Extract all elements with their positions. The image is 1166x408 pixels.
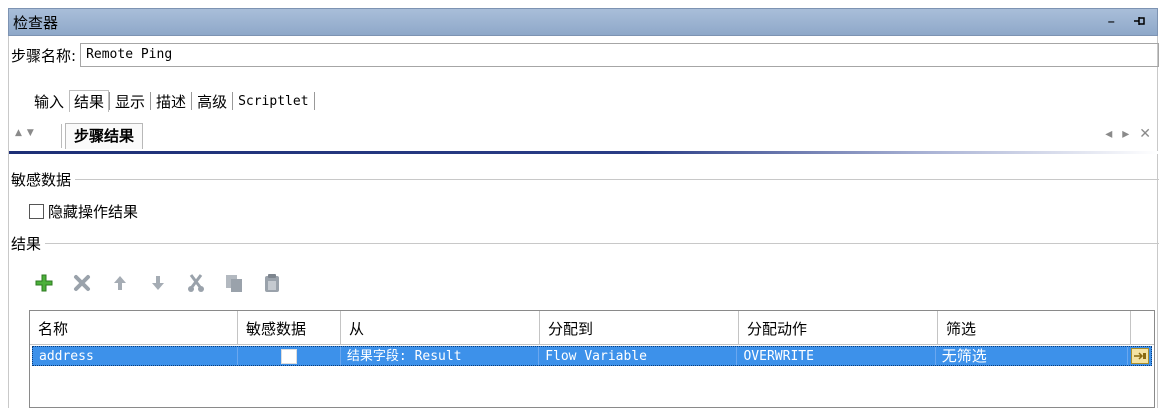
tab-scriptlet[interactable]: Scriptlet xyxy=(233,94,313,109)
table-header: 名称 敏感数据 从 分配到 分配动作 筛选 xyxy=(30,311,1154,345)
column-header-from[interactable]: 从 xyxy=(341,311,540,344)
tab-advanced[interactable]: 高级 xyxy=(192,91,232,112)
column-header-filter[interactable]: 筛选 xyxy=(938,311,1131,344)
cut-icon[interactable] xyxy=(185,272,207,294)
section-divider xyxy=(75,179,1159,180)
table-row[interactable]: address 结果字段: Result Flow Variable OVERW… xyxy=(32,346,1152,366)
column-header-sensitive[interactable]: 敏感数据 xyxy=(238,311,341,344)
inspector-titlebar: 检查器 – xyxy=(8,8,1158,36)
results-section-header: 结果 xyxy=(9,233,1159,254)
tab-input[interactable]: 输入 xyxy=(29,91,69,112)
paste-icon[interactable] xyxy=(261,272,283,294)
section-divider xyxy=(45,243,1159,244)
tab-step-results[interactable]: 步骤结果 xyxy=(65,123,144,149)
nav-right-icon[interactable]: ▸ xyxy=(1122,126,1129,142)
hide-results-row: 隐藏操作结果 xyxy=(29,201,138,222)
sensitive-checkbox[interactable] xyxy=(281,348,298,364)
step-name-input[interactable]: Remote Ping xyxy=(80,43,1159,67)
copy-icon[interactable] xyxy=(223,272,245,294)
column-header-assign-to[interactable]: 分配到 xyxy=(540,311,739,344)
minimize-icon[interactable]: – xyxy=(1108,13,1116,31)
step-name-row: 步骤名称: Remote Ping xyxy=(9,43,1159,67)
close-icon[interactable]: ✕ xyxy=(1139,126,1151,142)
hide-results-label[interactable]: 隐藏操作结果 xyxy=(48,201,138,222)
scroll-up-down-icon[interactable]: ▲▼ xyxy=(15,128,39,138)
window-controls: – xyxy=(1108,13,1158,31)
add-icon[interactable] xyxy=(33,272,55,294)
column-header-name[interactable]: 名称 xyxy=(30,311,238,344)
move-up-icon[interactable] xyxy=(109,272,131,294)
tab-separator xyxy=(313,92,315,110)
results-table: 名称 敏感数据 从 分配到 分配动作 筛选 address 结果字段: Resu… xyxy=(29,310,1155,408)
subtab-underline xyxy=(9,151,1159,154)
inspector-title: 检查器 xyxy=(13,13,59,32)
tab-display[interactable]: 显示 xyxy=(110,91,150,112)
sensitive-section-title: 敏感数据 xyxy=(11,171,72,189)
tab-results[interactable]: 结果 xyxy=(69,90,110,112)
move-down-icon[interactable] xyxy=(147,272,169,294)
cell-sensitive[interactable] xyxy=(238,347,341,365)
inspector-panel: 步骤名称: Remote Ping 输入 结果 显示 描述 高级 Scriptl… xyxy=(8,36,1159,408)
subtab-divider xyxy=(61,124,62,148)
step-name-label: 步骤名称: xyxy=(11,46,77,65)
sensitive-section-header: 敏感数据 xyxy=(9,169,1159,190)
inspector-tabs: 输入 结果 显示 描述 高级 Scriptlet xyxy=(29,90,315,112)
hide-results-checkbox[interactable] xyxy=(29,204,44,219)
pin-icon[interactable] xyxy=(1133,14,1147,31)
cell-assign-to[interactable]: Flow Variable xyxy=(539,347,738,365)
results-toolbar xyxy=(33,272,283,294)
subtab-bar: ▲▼ 步骤结果 ◂ ▸ ✕ xyxy=(9,118,1159,154)
delete-icon[interactable] xyxy=(71,272,93,294)
cell-assign-action[interactable]: OVERWRITE xyxy=(737,347,936,365)
results-section-title: 结果 xyxy=(11,235,42,253)
cell-name[interactable]: address xyxy=(33,347,239,365)
column-header-assign-action[interactable]: 分配动作 xyxy=(739,311,938,344)
subtab-controls: ◂ ▸ ✕ xyxy=(1105,126,1151,142)
cell-edit[interactable] xyxy=(1128,347,1151,365)
nav-left-icon[interactable]: ◂ xyxy=(1105,126,1112,142)
edit-filter-icon[interactable] xyxy=(1130,348,1149,364)
cell-filter[interactable]: 无筛选 xyxy=(936,347,1129,365)
tab-description[interactable]: 描述 xyxy=(151,91,191,112)
column-header-extra xyxy=(1131,311,1154,344)
cell-from[interactable]: 结果字段: Result xyxy=(341,347,540,365)
